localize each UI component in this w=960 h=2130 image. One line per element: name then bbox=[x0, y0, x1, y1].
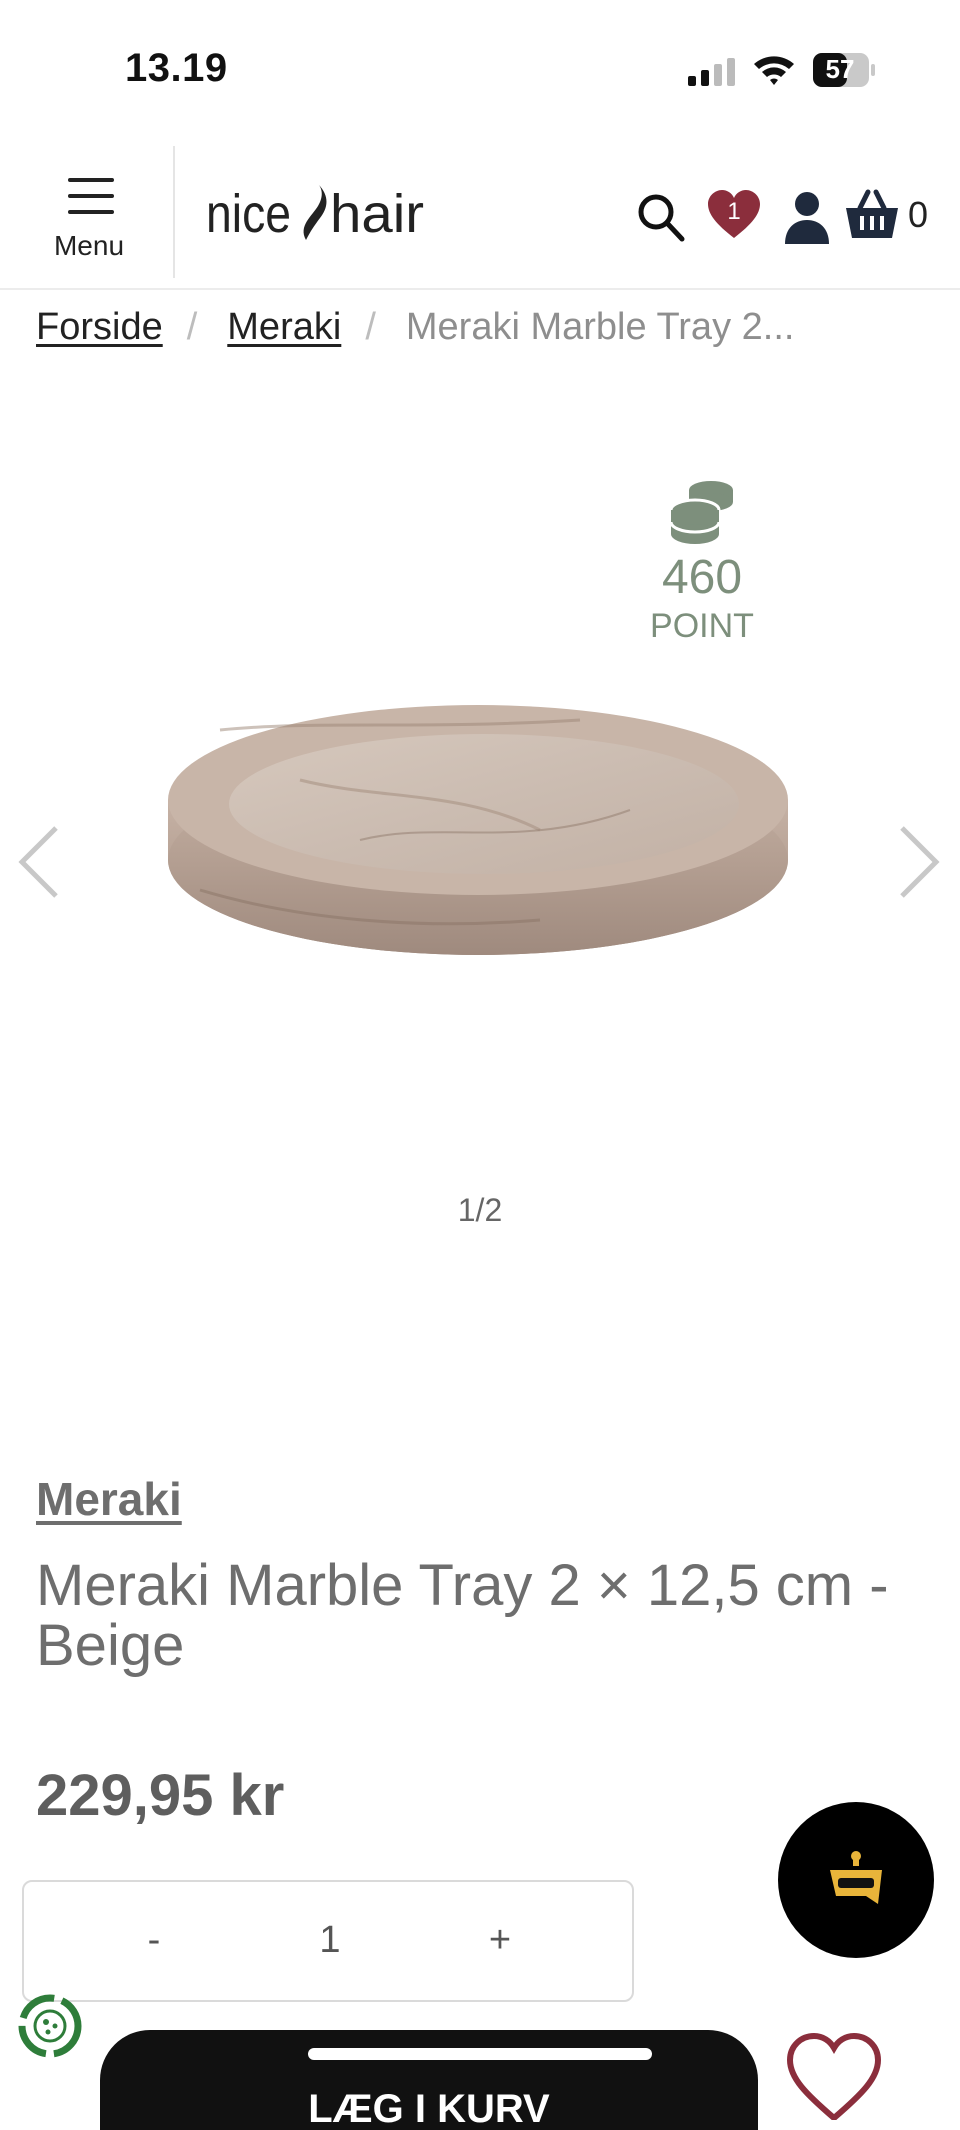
breadcrumb: Forside / Meraki / Meraki Marble Tray 2... bbox=[36, 306, 794, 349]
basket-icon[interactable] bbox=[844, 188, 900, 242]
next-image-arrow-icon[interactable] bbox=[894, 822, 944, 902]
signal-icon bbox=[688, 58, 735, 86]
points-label: POINT bbox=[650, 607, 754, 645]
quantity-input[interactable]: 1 bbox=[280, 1910, 380, 1970]
breadcrumb-home-link[interactable]: Forside bbox=[36, 306, 163, 348]
breadcrumb-current: Meraki Marble Tray 2... bbox=[405, 306, 795, 348]
recycle-icon[interactable] bbox=[14, 1990, 86, 2062]
menu-label: Menu bbox=[53, 230, 125, 261]
cart-count: 0 bbox=[908, 194, 929, 235]
battery-level: 57 bbox=[825, 54, 855, 84]
battery-icon: 57 bbox=[812, 52, 876, 88]
points-badge: 460 POINT bbox=[620, 476, 784, 646]
points-value: 460 bbox=[661, 551, 743, 604]
add-to-cart-label: LÆG I KURV bbox=[308, 2087, 550, 2130]
favorite-heart-icon[interactable] bbox=[784, 2030, 884, 2120]
breadcrumb-separator: / bbox=[365, 306, 376, 348]
chat-assistant-button[interactable] bbox=[778, 1802, 934, 1958]
previous-image-arrow-icon[interactable] bbox=[14, 822, 64, 902]
search-icon[interactable] bbox=[636, 192, 686, 244]
wishlist-button[interactable]: 1 bbox=[706, 188, 762, 242]
product-image[interactable] bbox=[160, 690, 800, 1000]
breadcrumb-separator: / bbox=[186, 306, 198, 348]
wifi-icon bbox=[754, 56, 794, 85]
add-to-cart-button[interactable]: LÆG I KURV bbox=[100, 2030, 758, 2130]
breadcrumb-brand-link[interactable]: Meraki bbox=[227, 306, 341, 348]
quantity-increase-button[interactable]: + bbox=[450, 1910, 550, 1970]
quantity-stepper: - 1 + bbox=[22, 1880, 634, 2002]
image-counter: 1/2 bbox=[457, 1192, 503, 1228]
brand-link[interactable]: Meraki bbox=[36, 1472, 182, 1526]
wishlist-count: 1 bbox=[727, 198, 741, 225]
coins-icon bbox=[669, 481, 733, 544]
svg-text:nice: nice bbox=[206, 184, 291, 244]
quantity-decrease-button[interactable]: - bbox=[104, 1910, 204, 1970]
product-price: 229,95 kr bbox=[36, 1763, 285, 1828]
hamburger-icon bbox=[68, 178, 114, 214]
site-logo[interactable]: nice hair bbox=[206, 176, 426, 250]
product-title: Meraki Marble Tray 2 × 12,5 cm - Beige bbox=[36, 1553, 889, 1678]
svg-text:hair: hair bbox=[330, 184, 424, 244]
header-divider bbox=[173, 146, 175, 278]
user-icon[interactable] bbox=[783, 190, 831, 246]
robot-chat-icon bbox=[830, 1851, 882, 1904]
menu-button[interactable]: Menu bbox=[30, 172, 148, 272]
status-time: 13.19 bbox=[125, 46, 228, 90]
home-indicator bbox=[308, 2048, 652, 2060]
